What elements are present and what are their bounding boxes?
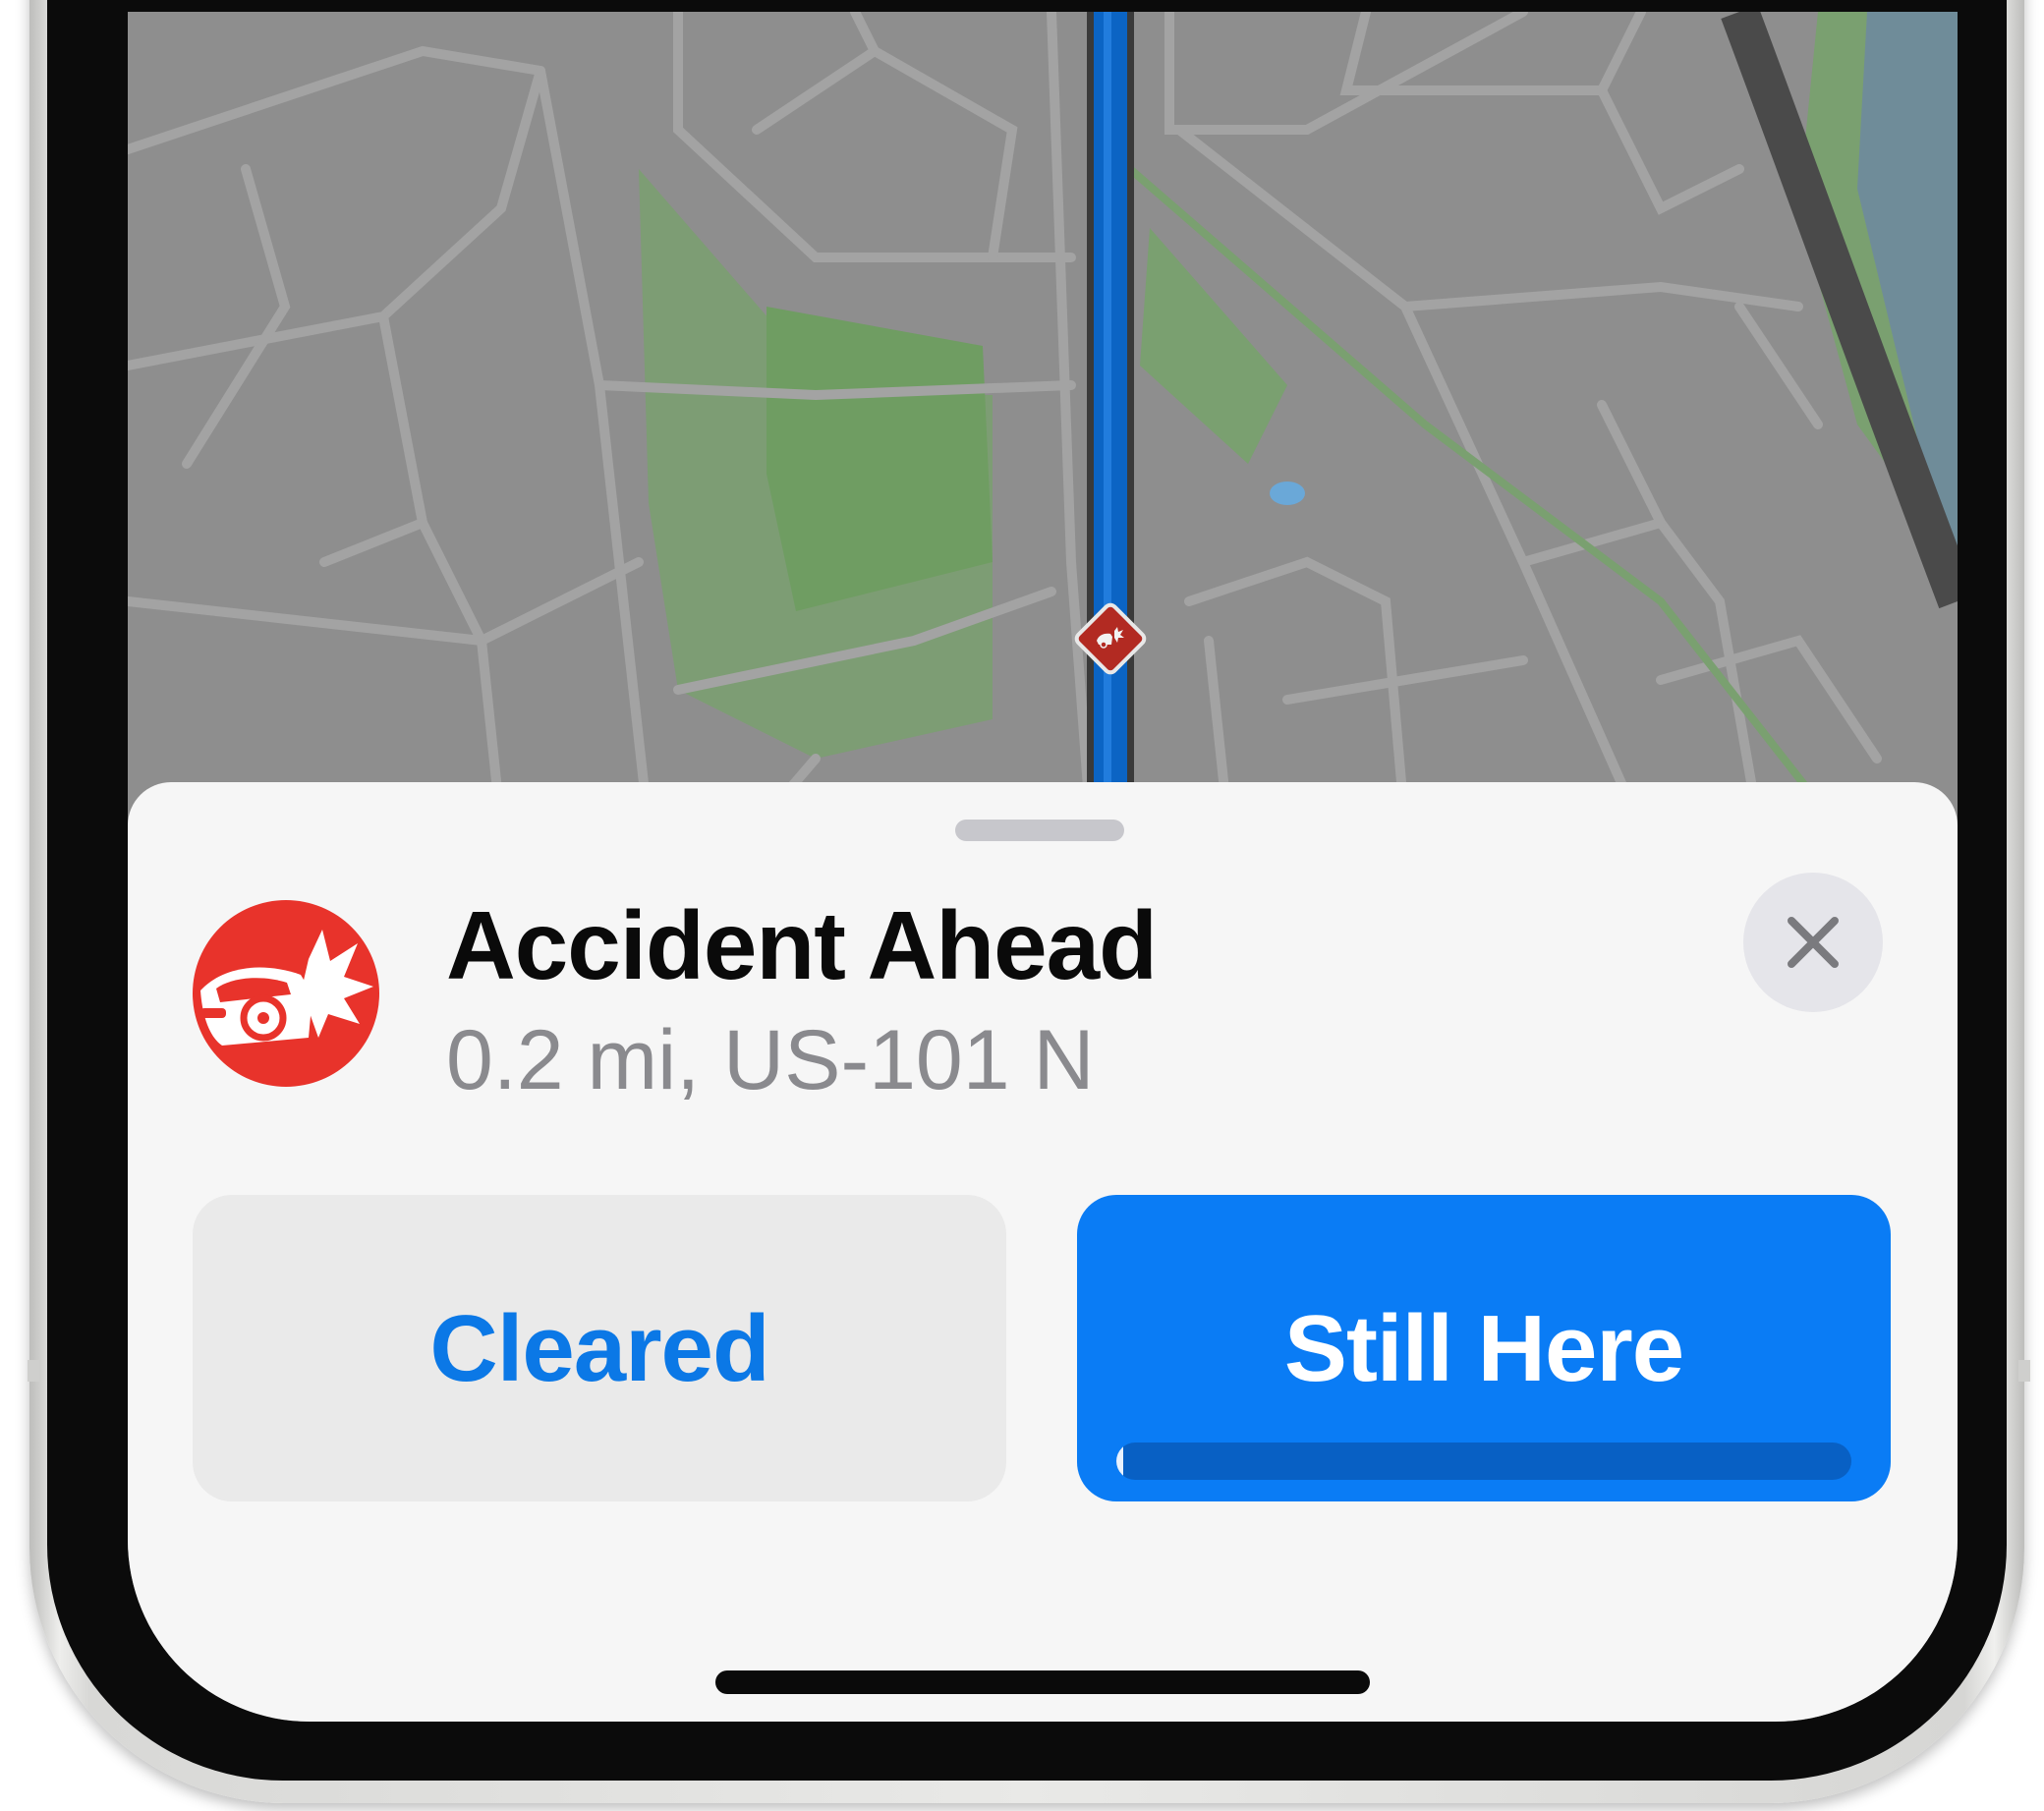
accident-alert-badge xyxy=(193,900,379,1087)
auto-select-countdown-bar xyxy=(1116,1443,1851,1480)
close-button[interactable] xyxy=(1743,873,1883,1012)
home-indicator[interactable] xyxy=(715,1670,1370,1694)
still-here-button-label: Still Here xyxy=(1283,1296,1684,1401)
pond xyxy=(1270,481,1305,505)
car-crash-icon xyxy=(1097,627,1124,649)
still-here-button[interactable]: Still Here xyxy=(1077,1195,1891,1501)
close-icon xyxy=(1788,917,1839,968)
phone-screen: Accident Ahead 0.2 mi, US-101 N Cleared … xyxy=(128,12,1958,1722)
car-crash-icon xyxy=(200,930,373,1046)
alert-title: Accident Ahead xyxy=(446,891,1158,999)
screenshot-stage: Accident Ahead 0.2 mi, US-101 N Cleared … xyxy=(0,0,2044,1811)
alert-distance-and-road: 0.2 mi, US-101 N xyxy=(446,1013,1095,1107)
cleared-button-label: Cleared xyxy=(429,1296,769,1401)
park-area-dark xyxy=(766,307,993,611)
side-button-right xyxy=(2018,1360,2030,1382)
countdown-progress-fill xyxy=(1116,1443,1124,1480)
route-highlight xyxy=(1104,12,1111,827)
cleared-button[interactable]: Cleared xyxy=(193,1195,1006,1501)
sheet-grabber[interactable] xyxy=(955,820,1124,841)
incident-report-sheet: Accident Ahead 0.2 mi, US-101 N Cleared … xyxy=(128,782,1958,1722)
side-button-left xyxy=(28,1360,39,1382)
map-view[interactable] xyxy=(128,12,1958,827)
